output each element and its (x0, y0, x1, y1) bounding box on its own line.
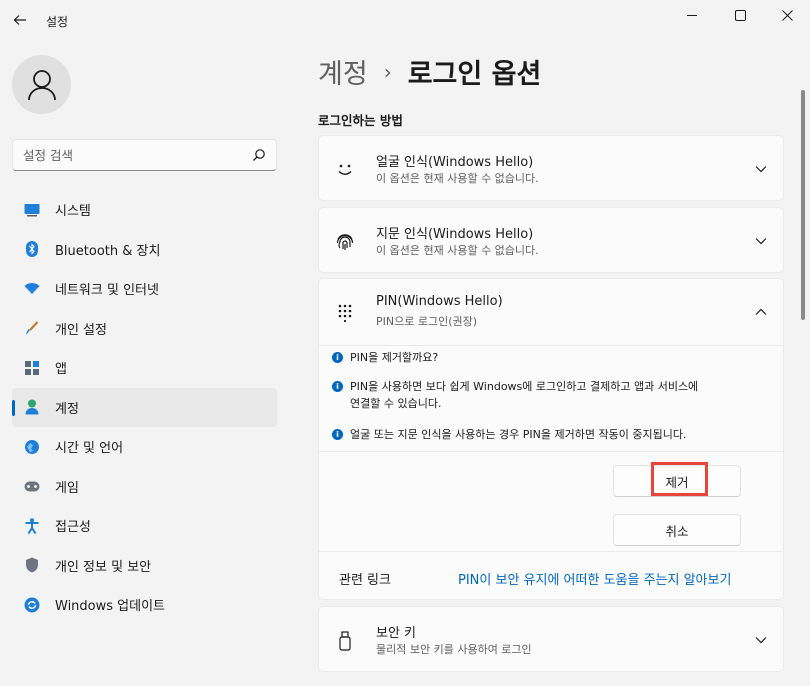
sidebar-item-windows-update[interactable]: Windows 업데이트 (12, 585, 277, 625)
chevron-up-icon[interactable] (753, 304, 769, 320)
card-subtitle: 물리적 보안 키를 사용하여 로그인 (376, 643, 532, 656)
sidebar-item-label: Windows 업데이트 (55, 599, 166, 615)
related-links: 관련 링크 PIN이 보안 유지에 어떠한 도움을 주는지 알아보기 (319, 551, 783, 601)
network-icon (24, 281, 40, 297)
maximize-button[interactable] (717, 2, 763, 28)
close-button[interactable] (764, 2, 810, 28)
related-links-label: 관련 링크 (339, 573, 391, 588)
sidebar-item-network[interactable]: 네트워크 및 인터넷 (12, 269, 277, 309)
card-title: 얼굴 인식(Windows Hello) (376, 155, 534, 170)
sidebar-item-label: 계정 (55, 401, 79, 417)
info-icon: i (332, 352, 343, 363)
breadcrumb-parent[interactable]: 계정 (318, 52, 368, 91)
sidebar-item-system[interactable]: 시스템 (12, 190, 277, 230)
fingerprint-row[interactable]: 지문 인식(Windows Hello) 이 옵션은 현재 사용할 수 없습니다… (319, 208, 783, 274)
info-text: PIN을 제거할까요? (350, 351, 439, 364)
card-subtitle: PIN으로 로그인(권장) (376, 315, 478, 328)
app-title: 설정 (46, 15, 69, 29)
search-box[interactable] (12, 139, 277, 171)
sidebar-item-label: 개인 정보 및 보안 (55, 559, 152, 575)
account-icon (24, 399, 40, 415)
keypad-icon (335, 303, 355, 323)
cancel-button[interactable]: 취소 (613, 514, 741, 546)
maximize-icon (734, 9, 746, 21)
update-icon (24, 597, 40, 613)
sidebar-item-bluetooth[interactable]: Bluetooth & 장치 (12, 230, 277, 270)
chevron-down-icon[interactable] (753, 632, 769, 648)
breadcrumb: 계정 › 로그인 옵션 (318, 52, 541, 91)
info-line: i PIN을 사용하면 보다 쉽게 Windows에 로그인하고 결제하고 앱과… (332, 378, 698, 412)
pin-remove-info: i PIN을 제거할까요? i PIN을 사용하면 보다 쉽게 Windows에… (319, 345, 783, 451)
card-subtitle: 이 옵션은 현재 사용할 수 없습니다. (376, 244, 539, 257)
card-title: 지문 인식(Windows Hello) (376, 227, 534, 242)
sidebar-item-privacy-security[interactable]: 개인 정보 및 보안 (12, 546, 277, 586)
chevron-down-icon[interactable] (753, 161, 769, 177)
pin-card: PIN(Windows Hello) PIN으로 로그인(권장) i PIN을 … (318, 278, 784, 600)
apps-icon (24, 360, 40, 376)
fingerprint-icon (335, 232, 355, 252)
info-line: i 얼굴 또는 지문 인식을 사용하는 경우 PIN을 제거하면 작동이 중지됩… (332, 426, 686, 443)
info-icon: i (332, 429, 343, 440)
card-title: 보안 키 (376, 626, 417, 641)
shield-icon (24, 557, 40, 573)
info-icon: i (332, 381, 343, 392)
globe-icon (24, 439, 40, 455)
sidebar-item-accessibility[interactable]: 접근성 (12, 506, 277, 546)
card-subtitle: 이 옵션은 현재 사용할 수 없습니다. (376, 172, 539, 185)
sidebar-item-label: 앱 (55, 362, 67, 378)
brush-icon (24, 320, 40, 336)
gamepad-icon (24, 478, 40, 494)
sidebar-item-time-language[interactable]: 시간 및 언어 (12, 427, 277, 467)
user-icon (27, 69, 56, 100)
sidebar-item-label: 시스템 (55, 204, 91, 220)
security-key-row[interactable]: 보안 키 물리적 보안 키를 사용하여 로그인 (319, 607, 783, 673)
page-title: 로그인 옵션 (407, 59, 542, 90)
accessibility-icon (24, 517, 40, 534)
security-key-card: 보안 키 물리적 보안 키를 사용하여 로그인 (318, 606, 784, 672)
minimize-icon (687, 15, 697, 16)
chevron-down-icon[interactable] (753, 233, 769, 249)
info-text: 얼굴 또는 지문 인식을 사용하는 경우 PIN을 제거하면 작동이 중지됩니다… (350, 428, 687, 441)
sidebar-item-label: 개인 설정 (55, 322, 107, 338)
pin-row[interactable]: PIN(Windows Hello) PIN으로 로그인(권장) (319, 279, 783, 345)
scrollbar[interactable] (801, 90, 805, 320)
breadcrumb-separator: › (383, 59, 392, 84)
fingerprint-card: 지문 인식(Windows Hello) 이 옵션은 현재 사용할 수 없습니다… (318, 207, 784, 273)
sidebar-item-label: 접근성 (55, 520, 91, 536)
pin-help-link[interactable]: PIN이 보안 유지에 어떠한 도움을 주는지 알아보기 (458, 569, 731, 588)
pin-actions: 제거 취소 (319, 451, 783, 551)
bluetooth-icon (24, 241, 40, 258)
smiley-icon (335, 160, 355, 180)
sidebar-item-label: Bluetooth & 장치 (55, 243, 161, 259)
sidebar-item-apps[interactable]: 앱 (12, 348, 277, 388)
sidebar-item-label: 시간 및 언어 (55, 441, 124, 457)
back-button[interactable] (8, 8, 32, 32)
info-text: PIN을 사용하면 보다 쉽게 Windows에 로그인하고 결제하고 앱과 서… (350, 380, 699, 410)
sidebar-item-personalization[interactable]: 개인 설정 (12, 309, 277, 349)
sidebar-item-accounts[interactable]: 계정 (12, 387, 277, 427)
face-recognition-row[interactable]: 얼굴 인식(Windows Hello) 이 옵션은 현재 사용할 수 없습니다… (319, 136, 783, 202)
sidebar-item-gaming[interactable]: 게임 (12, 467, 277, 507)
info-line: i PIN을 제거할까요? (332, 349, 438, 366)
usb-key-icon (335, 631, 355, 651)
avatar[interactable] (12, 55, 71, 114)
face-recognition-card: 얼굴 인식(Windows Hello) 이 옵션은 현재 사용할 수 없습니다… (318, 135, 784, 201)
sidebar-item-label: 네트워크 및 인터넷 (55, 283, 159, 299)
card-title: PIN(Windows Hello) (376, 294, 503, 309)
section-title: 로그인하는 방법 (318, 113, 403, 128)
close-icon (781, 9, 793, 21)
system-icon (24, 202, 40, 218)
sidebar-nav: 시스템 Bluetooth & 장치 네트워크 및 인터넷 개인 설정 앱 계정… (12, 190, 277, 625)
remove-button[interactable]: 제거 (613, 465, 741, 497)
arrow-left-icon (13, 15, 26, 25)
search-input[interactable] (23, 146, 243, 164)
search-icon[interactable] (252, 148, 266, 162)
sidebar-item-label: 게임 (55, 480, 79, 496)
minimize-button[interactable] (669, 2, 715, 28)
